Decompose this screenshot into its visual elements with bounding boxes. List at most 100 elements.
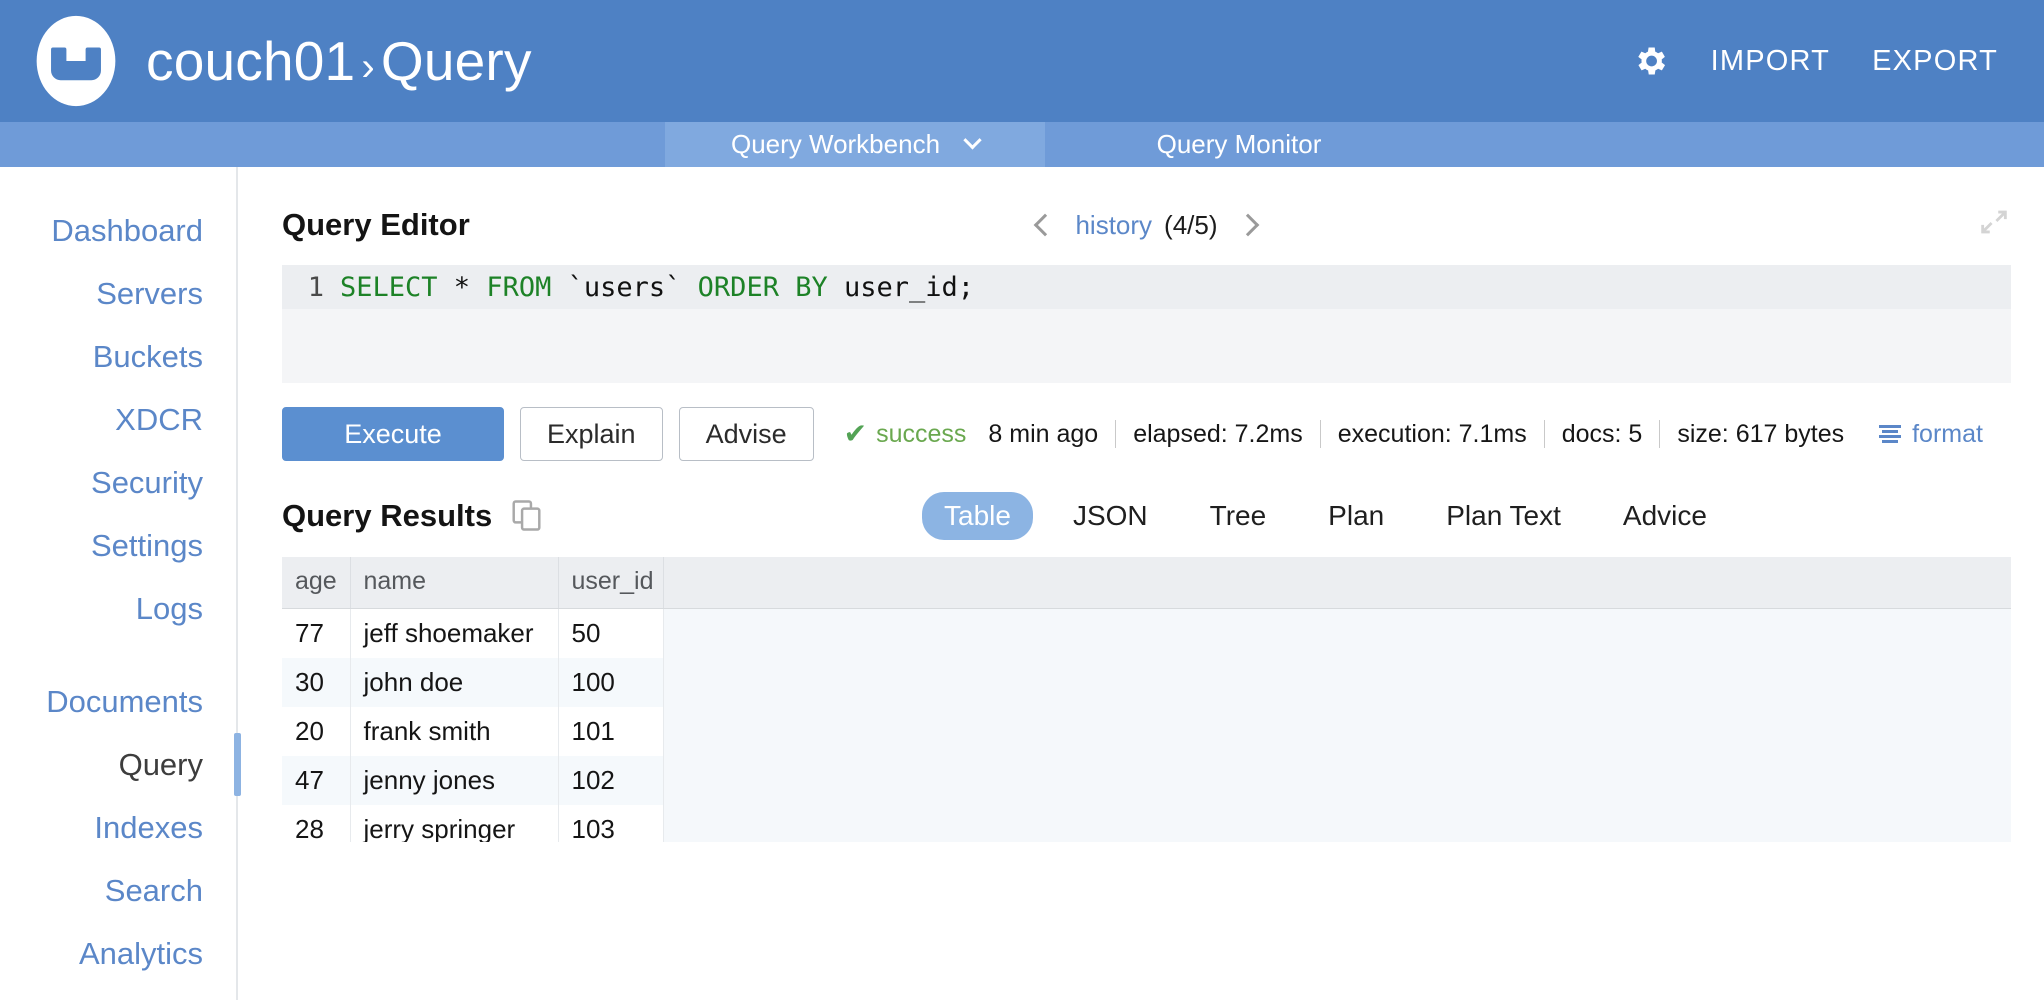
table-row[interactable]: 28 jerry springer 103 [282, 805, 2011, 842]
cell-spacer [663, 707, 2011, 756]
query-results-title: Query Results [282, 498, 493, 533]
cell-age: 28 [282, 805, 351, 842]
sidebar-item-indexes[interactable]: Indexes [0, 796, 236, 859]
query-results-table-container[interactable]: age name user_id 77 jeff shoemaker 50 30 [282, 557, 2011, 842]
cell-age: 47 [282, 756, 351, 805]
gear-icon[interactable] [1631, 42, 1669, 80]
breadcrumb-separator: › [361, 44, 375, 89]
chevron-left-icon[interactable] [1034, 213, 1057, 237]
export-button[interactable]: EXPORT [1872, 45, 1998, 78]
sidebar-item-logs[interactable]: Logs [0, 577, 236, 640]
sidebar-item-label: Settings [90, 528, 203, 563]
table-row[interactable]: 20 frank smith 101 [282, 707, 2011, 756]
table-body: 77 jeff shoemaker 50 30 john doe 100 20 … [282, 608, 2011, 842]
cell-name: jeff shoemaker [350, 608, 559, 658]
sidebar-item-search[interactable]: Search [0, 859, 236, 922]
chevron-right-icon[interactable] [1236, 213, 1259, 237]
sidebar-item-security[interactable]: Security [0, 451, 236, 514]
sidebar-item-label: Servers [96, 276, 203, 311]
tab-query-workbench[interactable]: Query Workbench [665, 122, 1045, 167]
tab-query-workbench-label: Query Workbench [730, 129, 941, 159]
status-size: size: 617 bytes [1677, 419, 1845, 448]
table-header: age name user_id [282, 557, 2011, 609]
editor-line-1[interactable]: 1 SELECT * FROM `users` ORDER BY user_id… [282, 265, 2011, 309]
query-editor-title: Query Editor [282, 207, 470, 242]
tab-table[interactable]: Table [922, 492, 1033, 540]
table-row[interactable]: 47 jenny jones 102 [282, 756, 2011, 805]
cell-spacer [663, 805, 2011, 842]
column-header-spacer [663, 557, 2011, 609]
main-content: Query Editor history (4/5) 1 SELECT * FR… [238, 167, 2044, 1000]
sidebar-group-divider [0, 640, 236, 670]
status-divider [1543, 420, 1545, 448]
query-status-bar: ✔ success 8 min ago elapsed: 7.2ms execu… [844, 420, 1983, 449]
sidebar-item-xdcr[interactable]: XDCR [0, 388, 236, 451]
sidebar-item-buckets[interactable]: Buckets [0, 325, 236, 388]
tab-advice[interactable]: Advice [1601, 492, 1729, 540]
import-button[interactable]: IMPORT [1711, 45, 1830, 78]
tab-plan[interactable]: Plan [1306, 492, 1406, 540]
sidebar-item-label: Query [118, 747, 203, 782]
format-button[interactable]: format [1878, 420, 1983, 449]
status-divider [1115, 420, 1117, 448]
query-results-table: age name user_id 77 jeff shoemaker 50 30 [282, 557, 2011, 842]
table-row[interactable]: 30 john doe 100 [282, 658, 2011, 707]
couchbase-logo-icon [36, 15, 116, 107]
section-tabbar: Query Workbench Query Monitor [0, 122, 2044, 167]
advise-button[interactable]: Advise [678, 407, 814, 461]
line-number: 1 [307, 271, 324, 303]
tab-plan-text[interactable]: Plan Text [1424, 492, 1583, 540]
cell-name: jenny jones [350, 756, 559, 805]
sidebar-item-settings[interactable]: Settings [0, 514, 236, 577]
cell-age: 20 [282, 707, 351, 756]
cell-spacer [663, 608, 2011, 658]
table-row[interactable]: 77 jeff shoemaker 50 [282, 608, 2011, 658]
chevron-down-icon [963, 131, 982, 150]
sidebar-item-label: Buckets [92, 339, 203, 374]
execute-button[interactable]: Execute [282, 407, 504, 461]
tab-tree[interactable]: Tree [1188, 492, 1289, 540]
format-lines-icon [1879, 425, 1902, 443]
history-count: (4/5) [1164, 209, 1218, 240]
status-badge: success [876, 419, 967, 448]
cell-user-id: 101 [558, 707, 664, 756]
sidebar-item-label: Logs [135, 591, 203, 626]
app-header: couch01 › Query IMPORT EXPORT [0, 0, 2044, 122]
collapse-arrows-icon[interactable] [1977, 205, 2011, 239]
sidebar-item-dashboard[interactable]: Dashboard [0, 199, 236, 262]
tab-query-monitor[interactable]: Query Monitor [1109, 122, 1369, 167]
query-editor-textarea[interactable]: 1 SELECT * FROM `users` ORDER BY user_id… [282, 265, 2011, 383]
query-code: SELECT * FROM `users` ORDER BY user_id; [340, 271, 975, 303]
sidebar-item-label: Security [91, 465, 203, 500]
cell-age: 77 [282, 608, 351, 658]
copy-icon[interactable] [512, 500, 542, 532]
sidebar-item-label: Analytics [78, 936, 203, 971]
query-editor-header: Query Editor history (4/5) [282, 199, 2011, 251]
cell-user-id: 50 [558, 608, 664, 658]
column-header-name[interactable]: name [350, 557, 559, 609]
sidebar-item-analytics[interactable]: Analytics [0, 922, 236, 985]
header-actions: IMPORT EXPORT [1631, 42, 2016, 80]
history-link[interactable]: history [1075, 210, 1152, 241]
sidebar: Dashboard Servers Buckets XDCR Security … [0, 167, 241, 1000]
status-divider [1659, 420, 1661, 448]
sidebar-item-documents[interactable]: Documents [0, 670, 236, 733]
explain-button[interactable]: Explain [520, 407, 663, 461]
cell-user-id: 102 [558, 756, 664, 805]
cell-spacer [663, 756, 2011, 805]
status-time-ago: 8 min ago [988, 419, 1099, 448]
cell-name: jerry springer [350, 805, 559, 842]
format-label: format [1912, 419, 1983, 448]
brand: couch01 › Query [28, 13, 532, 109]
status-elapsed: elapsed: 7.2ms [1133, 419, 1303, 448]
result-view-tabs: Table JSON Tree Plan Plan Text Advice [922, 492, 1747, 540]
tab-json[interactable]: JSON [1051, 492, 1170, 540]
sidebar-item-label: Dashboard [51, 213, 203, 248]
sidebar-item-servers[interactable]: Servers [0, 262, 236, 325]
column-header-age[interactable]: age [282, 557, 351, 609]
cell-age: 30 [282, 658, 351, 707]
sidebar-item-label: Indexes [94, 810, 203, 845]
column-header-user-id[interactable]: user_id [558, 557, 664, 609]
table-header-row: age name user_id [282, 557, 2011, 609]
sidebar-item-query[interactable]: Query [0, 733, 241, 796]
